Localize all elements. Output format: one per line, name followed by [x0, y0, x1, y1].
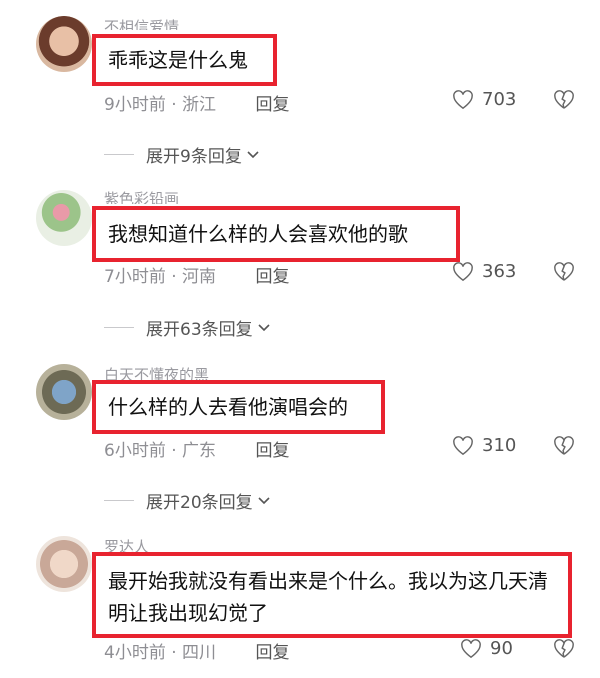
comment-time: 6小时前: [104, 441, 166, 461]
divider-line: [104, 500, 134, 501]
comment-location: 浙江: [182, 95, 217, 115]
comment-time: 9小时前: [104, 95, 166, 115]
chevron-down-icon: [247, 150, 259, 158]
comment-highlight: 最开始我就没有看出来是个什么。我以为这几天清明让我出现幻觉了: [92, 552, 572, 638]
reply-button[interactable]: 回复: [255, 441, 289, 461]
comment-highlight: 乖乖这是什么鬼: [92, 34, 277, 86]
dislike-button[interactable]: [553, 90, 575, 114]
avatar[interactable]: [36, 190, 92, 246]
like-count: 703: [482, 89, 517, 110]
heart-outline-icon: [453, 89, 473, 109]
comment-meta: 9小时前 · 浙江 回复: [104, 95, 290, 115]
chevron-down-icon: [258, 323, 270, 331]
expand-replies-button[interactable]: 展开9条回复: [104, 142, 260, 167]
comment-location: 广东: [182, 441, 217, 461]
like-count: 363: [482, 261, 517, 282]
comment-time: 7小时前: [104, 267, 166, 287]
like-count: 90: [490, 638, 513, 659]
expand-replies-button[interactable]: 展开63条回复: [104, 315, 271, 340]
comment-username[interactable]: 白天不懂夜的黑: [104, 362, 209, 380]
comment-location: 河南: [182, 267, 217, 287]
heart-outline-icon: [453, 261, 473, 281]
avatar[interactable]: [36, 364, 92, 420]
expand-label: 展开9条回复: [146, 147, 242, 167]
reply-button[interactable]: 回复: [255, 95, 289, 115]
comment-highlight: 什么样的人去看他演唱会的: [92, 380, 385, 434]
comment-time: 4小时前: [104, 643, 166, 663]
comment-highlight: 我想知道什么样的人会喜欢他的歌: [92, 206, 460, 262]
comment-meta: 6小时前 · 广东 回复: [104, 441, 290, 461]
reply-button[interactable]: 回复: [255, 643, 289, 663]
comment-text: 最开始我就没有看出来是个什么。我以为这几天清明让我出现幻觉了: [108, 569, 548, 625]
comment-username[interactable]: 紫色彩铅画: [104, 186, 179, 204]
like-count: 310: [482, 435, 517, 456]
comment-location: 四川: [182, 643, 217, 663]
avatar[interactable]: [36, 536, 92, 592]
broken-heart-icon: [554, 639, 574, 658]
avatar[interactable]: [36, 16, 92, 72]
like-button[interactable]: 703: [452, 89, 516, 110]
dislike-button[interactable]: [553, 639, 575, 663]
dislike-button[interactable]: [553, 262, 575, 286]
like-button[interactable]: 363: [452, 261, 516, 282]
heart-outline-icon: [453, 435, 473, 455]
comment-text: 什么样的人去看他演唱会的: [108, 395, 348, 419]
dislike-button[interactable]: [553, 436, 575, 460]
broken-heart-icon: [554, 262, 574, 281]
like-button[interactable]: 90: [460, 638, 513, 659]
expand-replies-button[interactable]: 展开20条回复: [104, 488, 271, 513]
comment-meta: 4小时前 · 四川 回复: [104, 643, 290, 663]
chevron-down-icon: [258, 496, 270, 504]
broken-heart-icon: [554, 90, 574, 109]
like-button[interactable]: 310: [452, 435, 516, 456]
expand-label: 展开63条回复: [146, 320, 253, 340]
comment-meta: 7小时前 · 河南 回复: [104, 267, 290, 287]
comment-username[interactable]: 罗达人: [104, 534, 149, 552]
broken-heart-icon: [554, 436, 574, 455]
expand-label: 展开20条回复: [146, 493, 253, 513]
comment-text: 乖乖这是什么鬼: [108, 48, 248, 72]
divider-line: [104, 327, 134, 328]
heart-outline-icon: [461, 638, 481, 658]
comment-text: 我想知道什么样的人会喜欢他的歌: [108, 222, 408, 246]
comment-username[interactable]: 不相信爱情: [104, 14, 179, 30]
reply-button[interactable]: 回复: [255, 267, 289, 287]
divider-line: [104, 154, 134, 155]
